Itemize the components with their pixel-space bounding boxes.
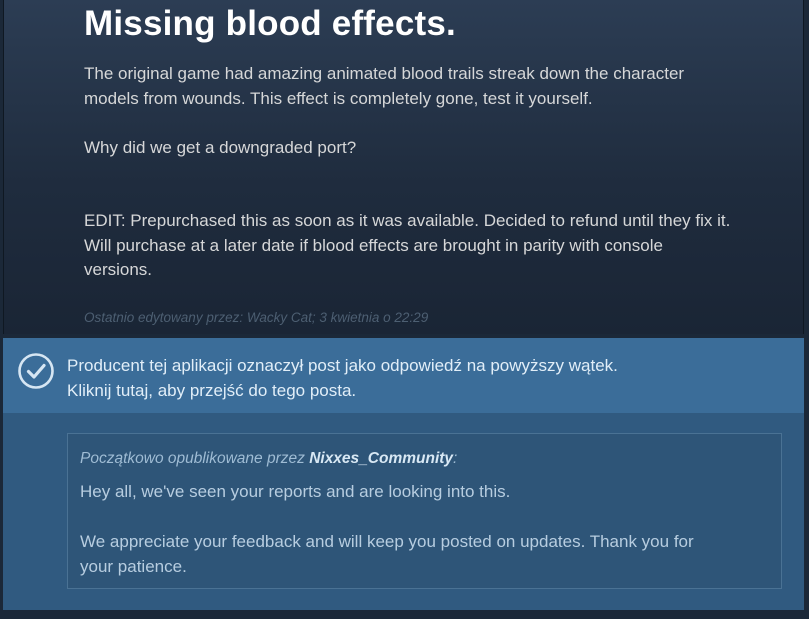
post-body-line: Will purchase at a later date if blood e… bbox=[84, 235, 663, 255]
quote-author: Nixxes_Community bbox=[309, 450, 454, 467]
quote-body: Hey all, we've seen your reports and are… bbox=[80, 479, 770, 579]
answer-quote: Początkowo opublikowane przez Nixxes_Com… bbox=[67, 433, 782, 589]
quote-body-line: your patience. bbox=[80, 556, 187, 576]
edit-info-label: Ostatnio edytowany przez: bbox=[84, 310, 244, 325]
post-body: The original game had amazing animated b… bbox=[84, 62, 794, 283]
edit-info: Ostatnio edytowany przez: Wacky Cat; 3 k… bbox=[84, 310, 428, 325]
answer-notice-text: Producent tej aplikacji oznaczył post ja… bbox=[67, 353, 618, 403]
forum-post: Missing blood effects. The original game… bbox=[3, 0, 804, 334]
post-title: Missing blood effects. bbox=[84, 4, 456, 43]
checkmark-circle-icon bbox=[18, 353, 54, 389]
quote-header-colon: : bbox=[453, 450, 458, 467]
answer-panel: Początkowo opublikowane przez Nixxes_Com… bbox=[3, 413, 804, 610]
answer-notice-line: Producent tej aplikacji oznaczył post ja… bbox=[67, 356, 618, 375]
answer-notice-link[interactable]: Kliknij tutaj, aby przejść do tego posta… bbox=[67, 378, 618, 403]
jump-to-answer-banner[interactable]: Producent tej aplikacji oznaczył post ja… bbox=[3, 338, 804, 413]
post-body-line: models from wounds. This effect is compl… bbox=[84, 88, 593, 108]
edit-info-time: ; 3 kwietnia o 22:29 bbox=[311, 310, 429, 325]
edit-info-author: Wacky Cat bbox=[246, 310, 312, 325]
post-body-line: The original game had amazing animated b… bbox=[84, 64, 685, 83]
quote-header-label: Początkowo opublikowane przez bbox=[80, 450, 310, 467]
quote-body-line: Hey all, we've seen your reports and are… bbox=[80, 482, 511, 501]
bottom-divider bbox=[0, 610, 809, 619]
post-body-line: EDIT: Prepurchased this as soon as it wa… bbox=[84, 211, 731, 230]
post-body-line: versions. bbox=[84, 260, 153, 279]
post-body-line: Why did we get a downgraded port? bbox=[84, 137, 357, 157]
quote-body-line: We appreciate your feedback and will kee… bbox=[80, 531, 694, 551]
quote-header: Początkowo opublikowane przez Nixxes_Com… bbox=[80, 450, 457, 468]
